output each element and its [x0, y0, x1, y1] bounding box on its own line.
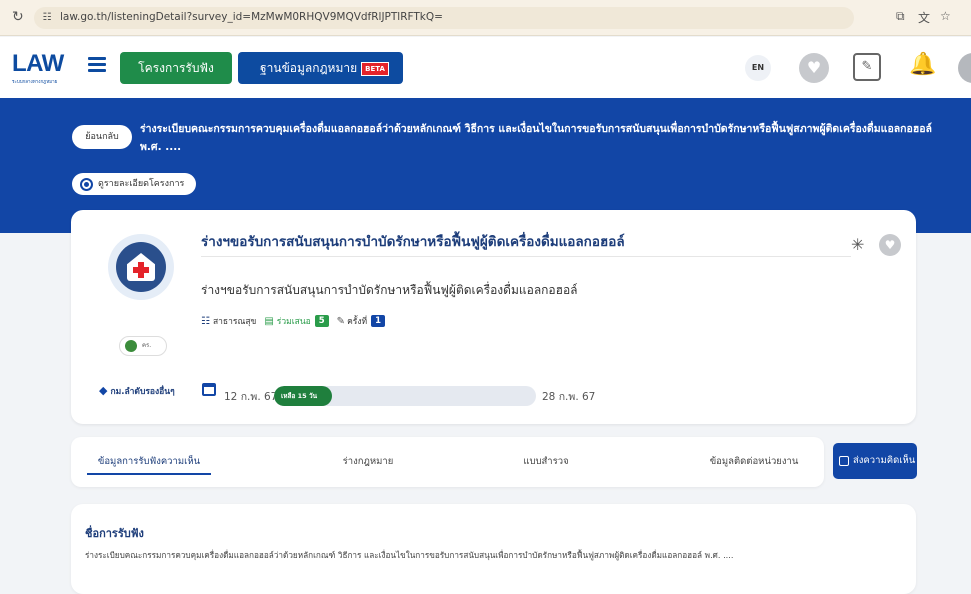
view-project-details-button[interactable]: ดูรายละเอียดโครงการ — [72, 173, 196, 195]
share-icon[interactable]: ✳ — [851, 235, 864, 254]
view-project-details-label: ดูรายละเอียดโครงการ — [98, 179, 185, 189]
tab-survey[interactable]: แบบสำรวจ — [506, 454, 586, 469]
site-header: LAW ระบบกลางทางกฎหมาย โครงการรับฟัง ฐานข… — [0, 37, 971, 98]
agency-seal-icon — [125, 340, 137, 352]
round-label: ครั้งที่ — [347, 317, 368, 327]
favorites-heart-icon[interactable]: ♥ — [799, 53, 829, 83]
projects-button[interactable]: โครงการรับฟัง — [120, 52, 232, 84]
site-info-icon[interactable]: ☷ — [40, 11, 54, 25]
favorite-heart-icon[interactable]: ♥ — [879, 234, 901, 256]
hearing-name-text: ร่างระเบียบคณะกรรมการควบคุมเครื่องดื่มแอ… — [85, 550, 734, 560]
start-date: 12 ก.พ. 67 — [224, 391, 278, 403]
cast-icon[interactable]: ⧉ — [896, 9, 905, 24]
detail-tabs: ข้อมูลการรับฟังความเห็น ร่างกฎหมาย แบบสำ… — [71, 437, 824, 487]
url-text: law.go.th/listeningDetail?survey_id=MzMw… — [60, 11, 443, 23]
participants-count: 5 — [314, 315, 329, 327]
hearing-progress-bar: เหลือ 15 วัน — [274, 386, 536, 406]
law-database-button[interactable]: ฐานข้อมูลกฎหมาย BETA — [238, 52, 403, 84]
tag-icon: ◆ — [99, 384, 108, 397]
project-logo — [108, 234, 174, 300]
site-logo[interactable]: LAW — [12, 50, 64, 78]
agency-label: คร. — [142, 342, 152, 349]
hearing-info-card: ชื่อการรับฟัง ร่างระเบียบคณะกรรมการควบคุ… — [71, 504, 916, 594]
reload-icon[interactable]: ↻ — [12, 9, 24, 25]
agency-badge[interactable]: คร. — [119, 336, 167, 356]
beta-badge: BETA — [361, 61, 389, 76]
law-type-tag[interactable]: ◆ กม.ลำดับรองอื่นๆ — [99, 384, 175, 398]
tab-hearing-info[interactable]: ข้อมูลการรับฟังความเห็น — [87, 454, 211, 469]
notification-bell-icon[interactable]: 🔔 — [909, 52, 936, 77]
hospital-icon — [116, 242, 166, 292]
project-card: คร. ร่างฯขอรับการสนับสนุนการบำบัดรักษาหร… — [71, 210, 916, 424]
hearing-heading: ชื่อการรับฟัง — [85, 527, 144, 540]
edit-icon — [839, 456, 849, 466]
feedback-edit-icon[interactable]: ✎ — [853, 53, 881, 81]
bookmark-star-icon[interactable]: ☆ — [940, 9, 951, 23]
language-toggle[interactable]: EN — [745, 55, 771, 81]
round-count: 1 — [371, 315, 385, 327]
category-icon: ☷ — [201, 315, 210, 327]
calendar-icon — [202, 383, 216, 396]
pencil-icon: ✎ — [336, 315, 346, 327]
site-logo-subtitle: ระบบกลางทางกฎหมาย — [12, 80, 58, 85]
project-title: ร่างฯขอรับการสนับสนุนการบำบัดรักษาหรือฟื… — [201, 234, 625, 250]
tab-agency-contact[interactable]: ข้อมูลติดต่อหน่วยงาน — [689, 454, 819, 469]
end-date: 28 ก.พ. 67 — [542, 391, 596, 403]
url-field[interactable]: ☷ law.go.th/listeningDetail?survey_id=Mz… — [34, 7, 854, 29]
law-type-label: กม.ลำดับรองอื่นๆ — [110, 387, 175, 397]
browser-address-bar: ↻ ☷ law.go.th/listeningDetail?survey_id=… — [0, 0, 971, 36]
menu-icon[interactable] — [88, 57, 106, 73]
active-tab-indicator — [87, 473, 211, 475]
remaining-days-badge: เหลือ 15 วัน — [274, 386, 332, 406]
user-avatar[interactable] — [958, 53, 971, 83]
project-meta: ☷ สาธารณสุข ▤ ร่วมเสนอ 5 ✎ ครั้งที่ 1 — [201, 314, 385, 332]
project-description: ร่างฯขอรับการสนับสนุนการบำบัดรักษาหรือฟื… — [201, 283, 578, 297]
title-divider — [201, 256, 851, 257]
tab-draft-law[interactable]: ร่างกฎหมาย — [323, 454, 413, 469]
banner-title: ร่างระเบียบคณะกรรมการควบคุมเครื่องดื่มแอ… — [140, 123, 932, 153]
submit-comment-button[interactable]: ส่งความคิดเห็น — [833, 443, 917, 479]
eye-icon — [80, 178, 93, 191]
law-database-label: ฐานข้อมูลกฎหมาย — [260, 61, 358, 75]
back-button[interactable]: ย้อนกลับ — [72, 125, 132, 149]
category-label: สาธารณสุข — [212, 317, 257, 327]
submit-comment-label: ส่งความคิดเห็น — [853, 455, 916, 466]
participants-icon: ▤ — [264, 315, 274, 327]
participants-label: ร่วมเสนอ — [276, 317, 311, 327]
translate-icon[interactable]: 文 — [918, 9, 930, 26]
